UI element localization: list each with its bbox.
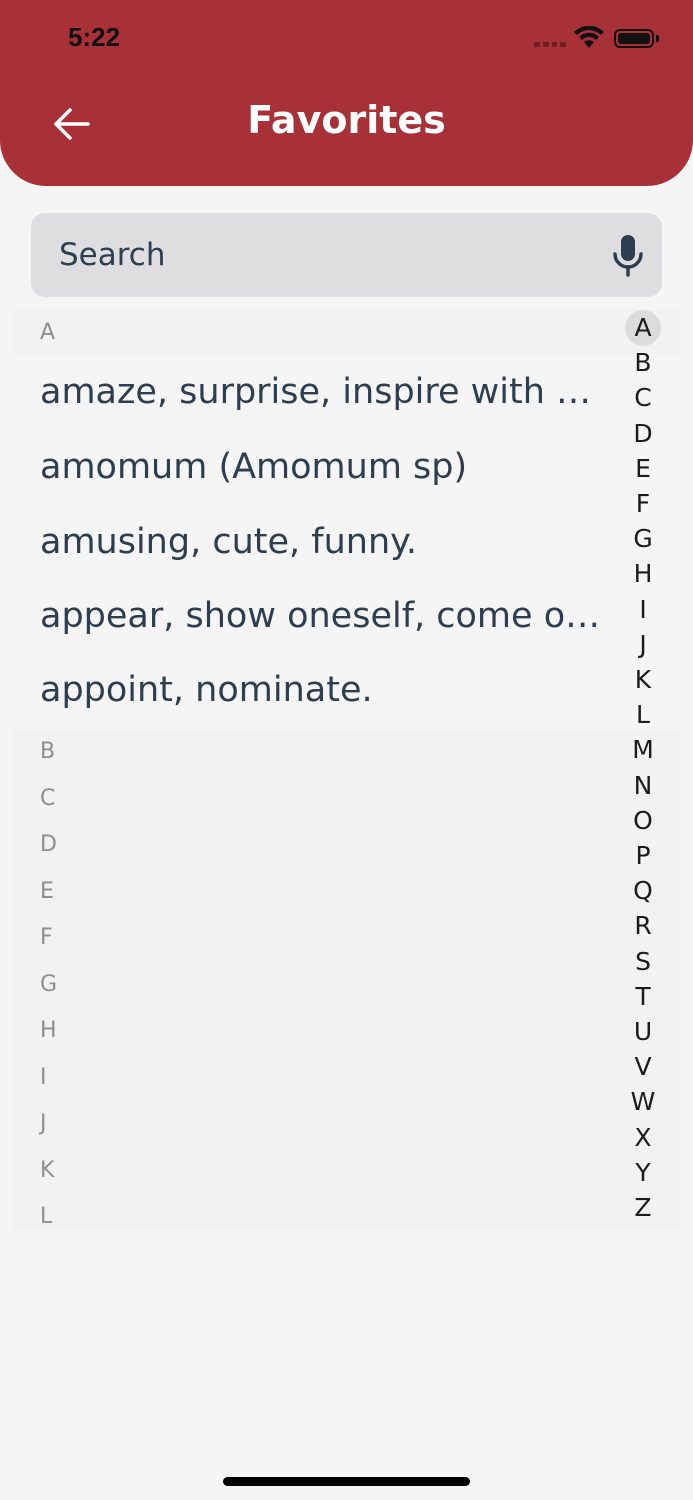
index-letter-label: U xyxy=(633,1017,653,1046)
battery-icon xyxy=(614,29,654,48)
section-letter: H xyxy=(40,1018,57,1043)
index-letter-label: F xyxy=(635,489,651,518)
index-letter-h[interactable]: H xyxy=(624,556,662,591)
index-letter-r[interactable]: R xyxy=(624,908,662,943)
index-letter-i[interactable]: I xyxy=(624,592,662,627)
section-header-a xyxy=(12,310,681,354)
favorite-entry[interactable]: appear, show oneself, come out. xyxy=(40,596,606,636)
index-letter-m[interactable]: M xyxy=(624,732,662,767)
index-letter-t[interactable]: T xyxy=(624,979,662,1014)
section-letter: G xyxy=(40,972,58,997)
index-letter-z[interactable]: Z xyxy=(624,1190,662,1225)
index-letter-x[interactable]: X xyxy=(624,1120,662,1155)
index-letter-b[interactable]: B xyxy=(624,345,662,380)
index-letter-w[interactable]: W xyxy=(624,1084,662,1119)
index-letter-label: P xyxy=(635,841,651,870)
index-letter-label: M xyxy=(632,735,654,765)
favorite-entry[interactable]: amaze, surprise, inspire with wonder. xyxy=(40,372,606,412)
index-letter-p[interactable]: P xyxy=(624,838,662,873)
index-letter-label: I xyxy=(639,594,647,624)
index-letter-label: R xyxy=(634,911,652,941)
index-letter-y[interactable]: Y xyxy=(624,1155,662,1190)
index-letter-o[interactable]: O xyxy=(624,803,662,838)
index-letter-f[interactable]: F xyxy=(624,486,662,521)
index-letter-label: J xyxy=(639,629,647,659)
index-letter-d[interactable]: D xyxy=(624,416,662,451)
voice-search-button[interactable] xyxy=(611,233,645,283)
index-letter-k[interactable]: K xyxy=(624,662,662,697)
index-letter-label: D xyxy=(633,418,653,448)
index-letter-label: V xyxy=(634,1052,652,1082)
index-letter-label: E xyxy=(635,453,651,483)
favorite-entry[interactable]: amomum (Amomum sp) xyxy=(40,447,606,487)
favorite-entry[interactable]: amusing, cute, funny. xyxy=(40,522,606,562)
index-letter-c[interactable]: C xyxy=(624,380,662,415)
index-letter-n[interactable]: N xyxy=(624,768,662,803)
section-letter: F xyxy=(40,925,53,950)
index-letter-label: G xyxy=(633,524,653,554)
search-input[interactable] xyxy=(59,235,599,275)
battery-cap xyxy=(656,35,659,42)
favorite-entry[interactable]: appoint, nominate. xyxy=(40,670,606,710)
index-letter-label: W xyxy=(630,1087,656,1117)
microphone-icon xyxy=(613,235,643,277)
index-letter-label: H xyxy=(633,559,653,589)
index-letter-label: L xyxy=(636,700,650,730)
index-letter-label: T xyxy=(635,981,651,1011)
empty-sections xyxy=(12,730,681,1230)
section-letter: E xyxy=(40,879,54,904)
index-letter-label: A xyxy=(634,313,652,342)
app-header: 5:22 Favorites xyxy=(0,0,693,186)
search-bar xyxy=(31,213,662,297)
index-letter-label: B xyxy=(634,348,652,378)
section-letter: I xyxy=(40,1065,47,1090)
index-letter-a[interactable]: A xyxy=(624,310,662,346)
index-letter-u[interactable]: U xyxy=(624,1014,662,1049)
index-letter-label: X xyxy=(634,1122,652,1152)
index-letter-e[interactable]: E xyxy=(624,451,662,486)
index-letter-j[interactable]: J xyxy=(624,627,662,662)
section-letter: L xyxy=(40,1204,53,1229)
cellular-signal-icon xyxy=(534,42,566,48)
section-letter: A xyxy=(40,320,56,345)
section-letter: C xyxy=(40,786,56,811)
index-letter-label: C xyxy=(634,383,652,413)
index-letter-label: K xyxy=(634,665,652,694)
index-letter-v[interactable]: V xyxy=(624,1049,662,1084)
index-letter-label: O xyxy=(633,805,653,835)
index-letter-label: Z xyxy=(634,1193,652,1222)
index-letter-s[interactable]: S xyxy=(624,944,662,979)
section-letter: B xyxy=(40,739,56,764)
section-letter: K xyxy=(40,1158,55,1183)
wifi-icon xyxy=(574,26,604,48)
status-time: 5:22 xyxy=(68,22,121,52)
section-letter: J xyxy=(40,1111,47,1136)
index-letter-label: N xyxy=(633,770,653,800)
index-letter-label: Q xyxy=(633,876,653,906)
page-title: Favorites xyxy=(247,98,446,142)
index-letter-q[interactable]: Q xyxy=(624,873,662,908)
index-letter-label: Y xyxy=(635,1157,651,1187)
index-letter-g[interactable]: G xyxy=(624,521,662,556)
index-letter-label: S xyxy=(635,946,651,976)
home-indicator xyxy=(223,1477,470,1486)
section-letter: D xyxy=(40,832,57,857)
index-letter-l[interactable]: L xyxy=(624,697,662,732)
